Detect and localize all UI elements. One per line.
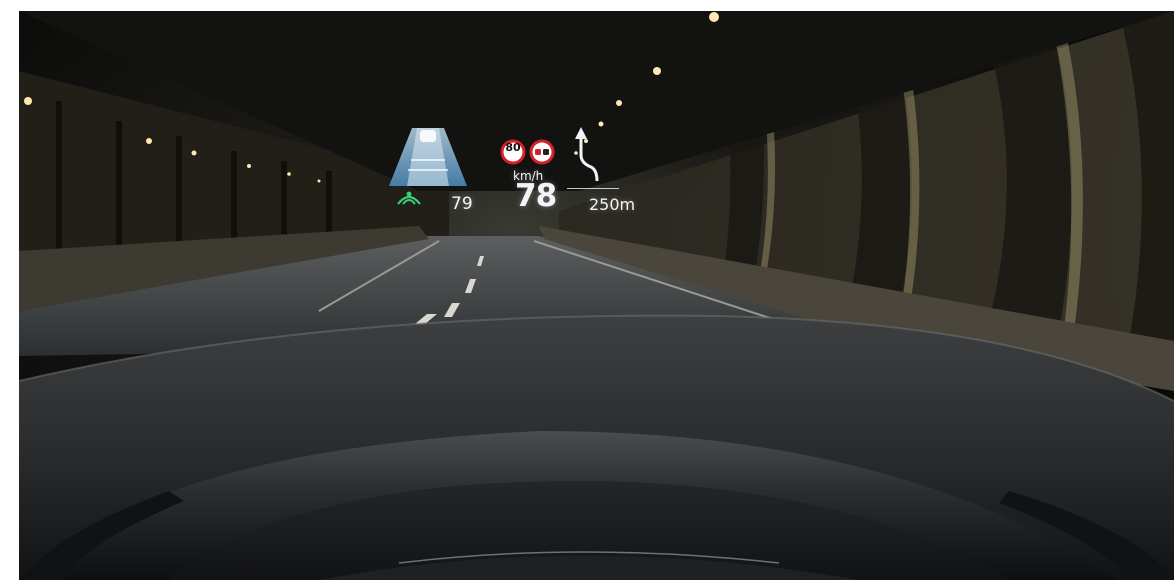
- no-overtaking-sign-icon: [529, 139, 555, 165]
- tunnel-road-scene: 79 80 km/h 78 250m: [19, 11, 1174, 580]
- current-speed: 78: [515, 178, 557, 214]
- nav-distance: 250m: [589, 195, 636, 214]
- speed-limit-value: 80: [505, 141, 521, 154]
- nav-distance-underline: [567, 188, 619, 189]
- lane-assist-icon: [389, 128, 467, 186]
- turn-arrow-icon: [575, 127, 599, 182]
- acc-set-speed: 79: [451, 194, 473, 214]
- adaptive-cruise-icon: [397, 191, 421, 205]
